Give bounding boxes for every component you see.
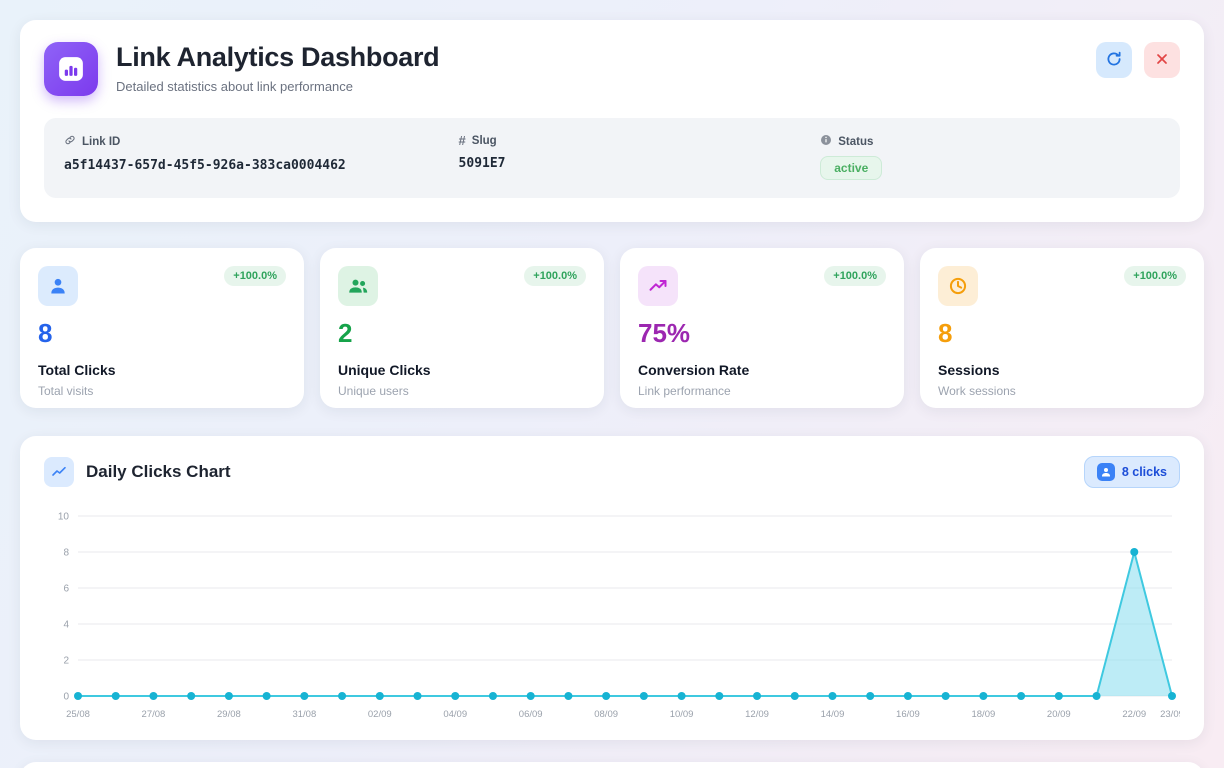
stat-card-unique-clicks: +100.0% 2 Unique Clicks Unique users — [320, 248, 604, 408]
clicks-count-label: 8 clicks — [1122, 465, 1167, 479]
stat-label: Total Clicks — [38, 362, 286, 378]
close-icon — [1154, 51, 1170, 70]
svg-text:27/08: 27/08 — [142, 709, 166, 720]
link-id-label: Link ID — [82, 136, 120, 148]
hash-icon: # — [459, 134, 466, 147]
link-info-bar: Link ID a5f14437-657d-45f5-926a-383ca000… — [44, 118, 1180, 198]
stat-sublabel: Total visits — [38, 384, 286, 398]
svg-text:16/09: 16/09 — [896, 709, 920, 720]
chart-title: Daily Clicks Chart — [86, 462, 1084, 482]
svg-text:31/08: 31/08 — [292, 709, 316, 720]
status-field: Status active — [820, 134, 1160, 180]
info-icon — [820, 134, 832, 149]
next-section-card — [20, 762, 1204, 768]
header-card: Link Analytics Dashboard Detailed statis… — [20, 20, 1204, 222]
bar-chart-icon — [44, 42, 98, 96]
user-icon — [38, 266, 78, 306]
svg-text:10: 10 — [58, 512, 70, 523]
stat-card-conversion-rate: +100.0% 75% Conversion Rate Link perform… — [620, 248, 904, 408]
stat-label: Unique Clicks — [338, 362, 586, 378]
delta-badge: +100.0% — [224, 266, 286, 286]
svg-text:02/09: 02/09 — [368, 709, 392, 720]
daily-clicks-card: Daily Clicks Chart 8 clicks 0 2 4 6 8 10 25/08… — [20, 436, 1204, 740]
link-icon — [64, 134, 76, 149]
svg-text:4: 4 — [63, 620, 69, 631]
svg-text:06/09: 06/09 — [519, 709, 543, 720]
delta-badge: +100.0% — [824, 266, 886, 286]
slug-field: # Slug 5091E7 — [459, 134, 821, 180]
clicks-count-badge: 8 clicks — [1084, 456, 1180, 488]
stat-card-total-clicks: +100.0% 8 Total Clicks Total visits — [20, 248, 304, 408]
svg-text:20/09: 20/09 — [1047, 709, 1071, 720]
stat-card-sessions: +100.0% 8 Sessions Work sessions — [920, 248, 1204, 408]
stat-sublabel: Link performance — [638, 384, 886, 398]
svg-text:2: 2 — [63, 656, 69, 667]
status-label: Status — [838, 136, 873, 148]
link-id-value: a5f14437-657d-45f5-926a-383ca0004462 — [64, 158, 459, 173]
svg-text:10/09: 10/09 — [670, 709, 694, 720]
svg-text:6: 6 — [63, 584, 69, 595]
stat-label: Conversion Rate — [638, 362, 886, 378]
stat-value: 8 — [38, 318, 286, 349]
delta-badge: +100.0% — [524, 266, 586, 286]
refresh-button[interactable] — [1096, 42, 1132, 78]
link-id-field: Link ID a5f14437-657d-45f5-926a-383ca000… — [64, 134, 459, 180]
svg-text:12/09: 12/09 — [745, 709, 769, 720]
stat-label: Sessions — [938, 362, 1186, 378]
stat-sublabel: Work sessions — [938, 384, 1186, 398]
stat-value: 2 — [338, 318, 586, 349]
close-button[interactable] — [1144, 42, 1180, 78]
user-icon — [1097, 463, 1115, 481]
stats-row: +100.0% 8 Total Clicks Total visits +100… — [20, 248, 1204, 408]
svg-text:08/09: 08/09 — [594, 709, 618, 720]
slug-value: 5091E7 — [459, 156, 821, 171]
stat-sublabel: Unique users — [338, 384, 586, 398]
delta-badge: +100.0% — [1124, 266, 1186, 286]
stat-value: 8 — [938, 318, 1186, 349]
refresh-icon — [1105, 50, 1123, 71]
page-title: Link Analytics Dashboard — [116, 42, 1096, 73]
page-subtitle: Detailed statistics about link performan… — [116, 79, 1096, 94]
svg-text:25/08: 25/08 — [66, 709, 90, 720]
daily-clicks-chart: 0 2 4 6 8 10 25/08 27/08 29/08 31/08 02/09 04/09 06/… — [44, 502, 1180, 726]
stat-value: 75% — [638, 318, 886, 349]
users-icon — [338, 266, 378, 306]
svg-text:04/09: 04/09 — [443, 709, 467, 720]
svg-text:0: 0 — [63, 692, 69, 703]
slug-label: Slug — [472, 135, 497, 147]
status-badge: active — [820, 156, 882, 180]
trending-up-icon — [638, 266, 678, 306]
svg-text:18/09: 18/09 — [971, 709, 995, 720]
line-chart-icon — [44, 457, 74, 487]
svg-text:14/09: 14/09 — [821, 709, 845, 720]
svg-text:23/09: 23/09 — [1160, 709, 1180, 720]
svg-text:29/08: 29/08 — [217, 709, 241, 720]
svg-text:8: 8 — [63, 548, 69, 559]
clock-icon — [938, 266, 978, 306]
svg-text:22/09: 22/09 — [1122, 709, 1146, 720]
